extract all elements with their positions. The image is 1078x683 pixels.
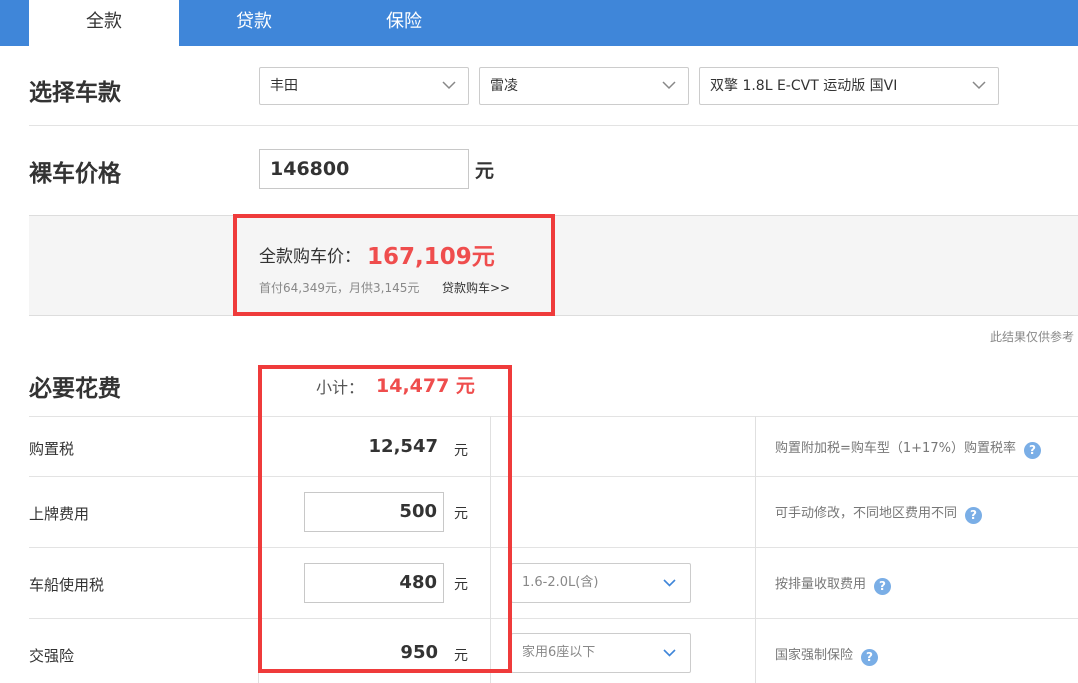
divider	[29, 547, 1078, 548]
bare-price-unit: 元	[475, 160, 495, 182]
help-icon[interactable]: ?	[965, 507, 983, 524]
registration-fee-label: 上牌费用	[29, 505, 90, 523]
displacement-select[interactable]: 1.6-2.0L(含)	[511, 563, 691, 603]
brand-select-value: 丰田	[270, 78, 298, 94]
chevron-down-icon	[663, 649, 676, 657]
total-highlight-box	[233, 214, 555, 316]
help-icon[interactable]: ?	[874, 578, 892, 595]
vehicle-tax-hint: 按排量收取费用?	[775, 573, 892, 595]
required-costs-title: 必要花费	[29, 376, 121, 402]
model-select-value: 双擎 1.8L E-CVT 运动版 国VI	[710, 78, 898, 94]
registration-fee-hint: 可手动修改，不同地区费用不同?	[775, 502, 983, 524]
series-select-value: 雷凌	[490, 78, 518, 94]
tab-full-payment[interactable]: 全款	[29, 0, 179, 46]
disclaimer-text: 此结果仅供参考	[989, 330, 1074, 344]
vehicle-tax-hint-text: 按排量收取费用	[775, 577, 867, 592]
chevron-down-icon	[663, 579, 676, 587]
divider	[29, 618, 1078, 619]
compulsory-insurance-label: 交强险	[29, 647, 75, 665]
divider	[29, 125, 1078, 126]
series-select[interactable]: 雷凌	[479, 67, 689, 105]
bare-price-title: 裸车价格	[29, 161, 121, 187]
purchase-tax-label: 购置税	[29, 440, 75, 458]
chevron-down-icon	[972, 81, 986, 90]
help-icon[interactable]: ?	[861, 649, 879, 666]
tab-insurance[interactable]: 保险	[329, 0, 479, 46]
divider	[29, 416, 1078, 417]
brand-select[interactable]: 丰田	[259, 67, 469, 105]
seats-select[interactable]: 家用6座以下	[511, 633, 691, 673]
tab-bar: 全款 贷款 保险	[0, 0, 1078, 46]
required-costs-highlight-box	[258, 365, 512, 673]
vehicle-tax-label: 车船使用税	[29, 576, 105, 594]
compulsory-insurance-hint: 国家强制保险?	[775, 644, 879, 666]
model-select[interactable]: 双擎 1.8L E-CVT 运动版 国VI	[699, 67, 999, 105]
seats-select-value: 家用6座以下	[522, 645, 596, 660]
bare-price-input[interactable]: 146800	[259, 149, 469, 189]
chevron-down-icon	[442, 81, 456, 90]
purchase-tax-hint: 购置附加税=购车型（1+17%）购置税率?	[775, 437, 1041, 459]
divider	[29, 476, 1078, 477]
compulsory-insurance-hint-text: 国家强制保险	[775, 648, 854, 663]
help-icon[interactable]: ?	[1023, 442, 1041, 459]
tab-loan[interactable]: 贷款	[179, 0, 329, 46]
chevron-down-icon	[662, 81, 676, 90]
purchase-tax-hint-text: 购置附加税=购车型（1+17%）购置税率	[775, 441, 1016, 456]
registration-fee-hint-text: 可手动修改，不同地区费用不同	[775, 506, 958, 521]
displacement-select-value: 1.6-2.0L(含)	[522, 575, 599, 590]
select-car-title: 选择车款	[29, 80, 121, 106]
column-divider	[755, 416, 756, 683]
